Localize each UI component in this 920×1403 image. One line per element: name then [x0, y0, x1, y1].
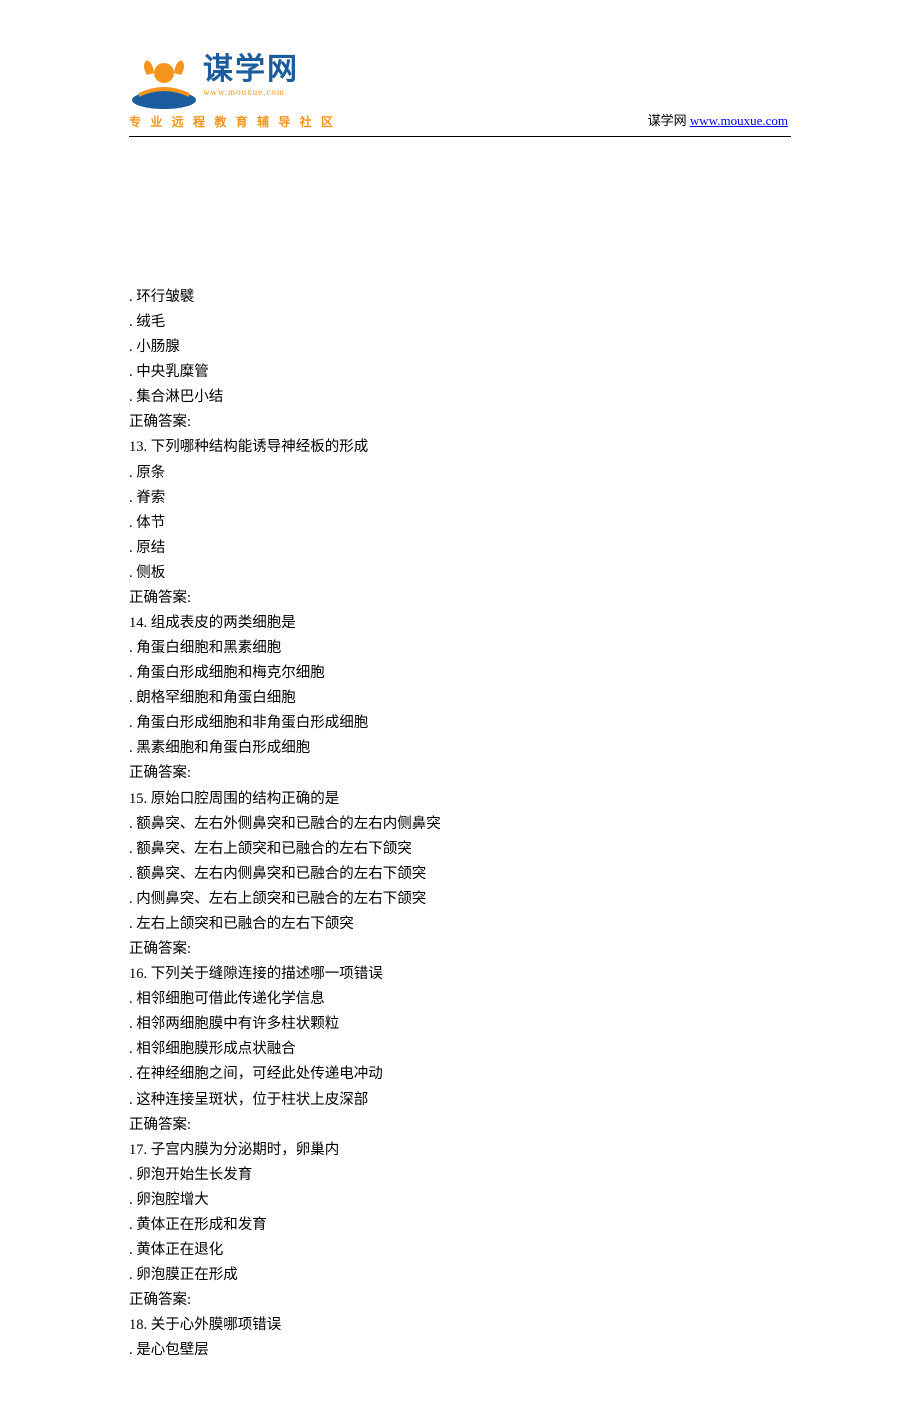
body-line: . 黄体正在形成和发育: [129, 1213, 791, 1238]
answer-label: 正确答案:: [129, 761, 791, 786]
body-line: . 黄体正在退化: [129, 1238, 791, 1263]
body-line: . 环行皱襞: [129, 285, 791, 310]
body-line: . 原结: [129, 536, 791, 561]
body-line: . 集合淋巴小结: [129, 385, 791, 410]
body-line: . 左右上颌突和已融合的左右下颌突: [129, 912, 791, 937]
body-line: . 相邻细胞可借此传递化学信息: [129, 987, 791, 1012]
question-text: 13. 下列哪种结构能诱导神经板的形成: [129, 435, 791, 460]
site-name-text: 谋学网: [648, 113, 690, 128]
answer-label: 正确答案:: [129, 937, 791, 962]
body-line: . 额鼻突、左右内侧鼻突和已融合的左右下颌突: [129, 862, 791, 887]
header-divider: [129, 136, 791, 137]
body-line: . 额鼻突、左右外侧鼻突和已融合的左右内侧鼻突: [129, 812, 791, 837]
answer-label: 正确答案:: [129, 1113, 791, 1138]
body-line: . 体节: [129, 511, 791, 536]
body-line: . 绒毛: [129, 310, 791, 335]
document-body: . 环行皱襞 . 绒毛 . 小肠腺 . 中央乳糜管 . 集合淋巴小结 正确答案:…: [0, 135, 920, 1403]
question-text: 14. 组成表皮的两类细胞是: [129, 611, 791, 636]
body-line: . 是心包壁层: [129, 1338, 791, 1363]
body-line: . 角蛋白细胞和黑素细胞: [129, 636, 791, 661]
logo: 谋学网 www.mouxue.com: [129, 55, 299, 110]
body-line: . 脊索: [129, 486, 791, 511]
body-line: . 黑素细胞和角蛋白形成细胞: [129, 736, 791, 761]
body-line: . 额鼻突、左右上颌突和已融合的左右下颌突: [129, 837, 791, 862]
body-line: . 小肠腺: [129, 335, 791, 360]
page-header: 谋学网 www.mouxue.com 专 业 远 程 教 育 辅 导 社 区 谋…: [0, 0, 920, 135]
question-text: 16. 下列关于缝隙连接的描述哪一项错误: [129, 962, 791, 987]
logo-title: 谋学网: [203, 55, 299, 85]
question-text: 18. 关于心外膜哪项错误: [129, 1313, 791, 1338]
question-text: 17. 子宫内膜为分泌期时，卵巢内: [129, 1138, 791, 1163]
logo-tagline: 专 业 远 程 教 育 辅 导 社 区: [129, 113, 336, 130]
answer-label: 正确答案:: [129, 410, 791, 435]
logo-icon: [129, 55, 199, 110]
body-line: . 角蛋白形成细胞和梅克尔细胞: [129, 661, 791, 686]
body-line: . 内侧鼻突、左右上颌突和已融合的左右下颌突: [129, 887, 791, 912]
logo-text: 谋学网 www.mouxue.com: [203, 55, 299, 97]
header-right-text: 谋学网 www.mouxue.com: [648, 110, 788, 129]
body-line: . 侧板: [129, 561, 791, 586]
body-line: . 原条: [129, 461, 791, 486]
body-line: . 中央乳糜管: [129, 360, 791, 385]
answer-label: 正确答案:: [129, 586, 791, 611]
body-line: . 相邻细胞膜形成点状融合: [129, 1037, 791, 1062]
site-link[interactable]: www.mouxue.com: [690, 113, 788, 128]
logo-subtitle: www.mouxue.com: [203, 87, 299, 97]
body-line: . 角蛋白形成细胞和非角蛋白形成细胞: [129, 711, 791, 736]
body-line: . 卵泡开始生长发育: [129, 1163, 791, 1188]
body-line: . 相邻两细胞膜中有许多柱状颗粒: [129, 1012, 791, 1037]
body-line: . 在神经细胞之间，可经此处传递电冲动: [129, 1062, 791, 1087]
question-text: 15. 原始口腔周围的结构正确的是: [129, 787, 791, 812]
answer-label: 正确答案:: [129, 1288, 791, 1313]
body-line: . 这种连接呈斑状，位于柱状上皮深部: [129, 1088, 791, 1113]
body-line: . 卵泡膜正在形成: [129, 1263, 791, 1288]
body-line: . 朗格罕细胞和角蛋白细胞: [129, 686, 791, 711]
body-line: . 卵泡腔增大: [129, 1188, 791, 1213]
